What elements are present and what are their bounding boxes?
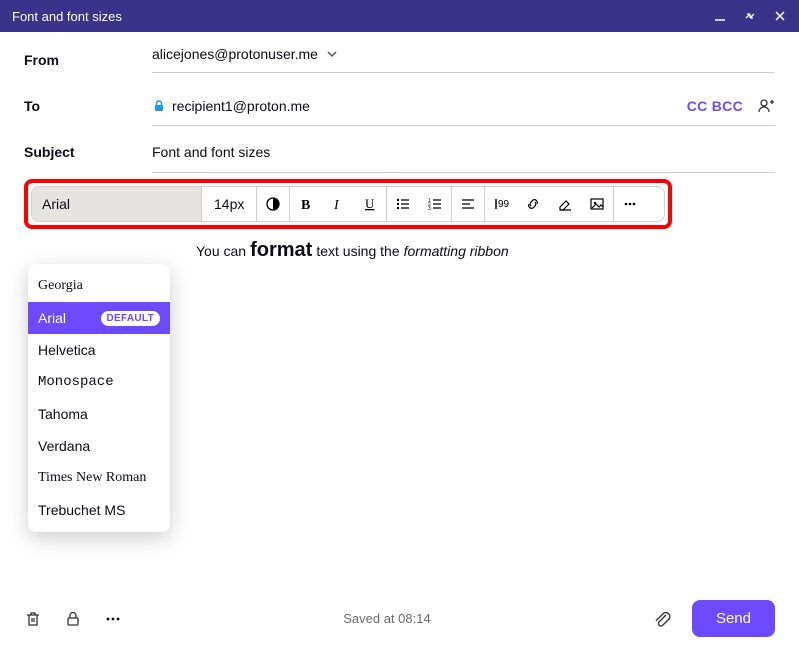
align-button[interactable] [452, 187, 484, 221]
formatting-toolbar: Arial 14px B I U 123 99 [31, 186, 665, 222]
from-selector[interactable]: alicejones@protonuser.me [152, 46, 338, 62]
font-option-arial[interactable]: ArialDEFAULT [28, 302, 170, 334]
attachment-icon[interactable] [652, 609, 672, 629]
bullet-list-button[interactable] [387, 187, 419, 221]
italic-button[interactable]: I [322, 187, 354, 221]
from-row: From alicejones@protonuser.me [24, 32, 775, 83]
color-button[interactable] [257, 187, 289, 221]
subject-row: Subject Font and font sizes [24, 129, 775, 175]
from-label: From [24, 52, 152, 68]
cc-bcc-toggle[interactable]: CC BCC [687, 98, 743, 114]
svg-text:I: I [333, 198, 340, 212]
restore-icon[interactable] [743, 9, 757, 23]
more-options-icon[interactable] [104, 610, 122, 628]
svg-text:3: 3 [428, 206, 431, 212]
email-body[interactable]: You can format text using the formatting… [196, 239, 775, 262]
font-family-select[interactable]: Arial [32, 187, 202, 221]
to-value[interactable]: recipient1@proton.me [172, 98, 687, 114]
link-button[interactable] [517, 187, 549, 221]
footer: Saved at 08:14 Send [0, 586, 799, 651]
subject-value[interactable]: Font and font sizes [152, 144, 270, 160]
close-icon[interactable] [773, 9, 787, 23]
font-option-monospace[interactable]: Monospace [28, 366, 170, 398]
contacts-icon[interactable] [757, 97, 775, 115]
font-option-verdana[interactable]: Verdana [28, 430, 170, 462]
font-size-select[interactable]: 14px [202, 187, 257, 221]
clear-format-button[interactable] [549, 187, 581, 221]
from-value: alicejones@protonuser.me [152, 46, 318, 62]
font-option-tahoma[interactable]: Tahoma [28, 398, 170, 430]
default-badge: DEFAULT [101, 311, 160, 326]
more-button[interactable] [614, 187, 646, 221]
toolbar-highlight: Arial 14px B I U 123 99 [24, 179, 672, 229]
svg-text:99: 99 [498, 199, 509, 210]
subject-label: Subject [24, 144, 152, 160]
quote-button[interactable]: 99 [485, 187, 517, 221]
svg-text:U: U [365, 196, 375, 211]
window-title: Font and font sizes [12, 9, 122, 24]
trash-icon[interactable] [24, 610, 42, 628]
numbered-list-button[interactable]: 123 [419, 187, 451, 221]
svg-text:B: B [301, 198, 310, 212]
to-row: To recipient1@proton.me CC BCC [24, 83, 775, 129]
minimize-icon[interactable] [713, 9, 727, 23]
chevron-down-icon [326, 48, 338, 60]
lock-icon [152, 99, 166, 113]
insert-image-button[interactable] [581, 187, 613, 221]
titlebar: Font and font sizes [0, 0, 799, 32]
send-button[interactable]: Send [692, 600, 775, 637]
bold-button[interactable]: B [290, 187, 322, 221]
underline-button[interactable]: U [354, 187, 386, 221]
font-option-trebuchet-ms[interactable]: Trebuchet MS [28, 494, 170, 526]
encryption-icon[interactable] [64, 610, 82, 628]
font-option-helvetica[interactable]: Helvetica [28, 334, 170, 366]
font-option-georgia[interactable]: Georgia [28, 270, 170, 302]
save-status: Saved at 08:14 [343, 611, 430, 626]
to-label: To [24, 98, 152, 114]
font-dropdown: GeorgiaArialDEFAULTHelveticaMonospaceTah… [28, 264, 170, 532]
font-option-times-new-roman[interactable]: Times New Roman [28, 462, 170, 494]
